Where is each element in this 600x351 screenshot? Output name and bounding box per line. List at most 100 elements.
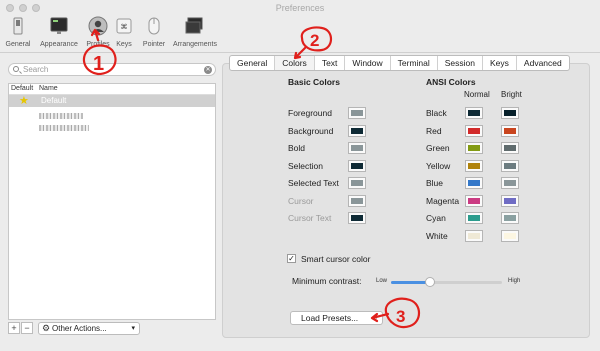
ansi-bright-color-well[interactable]: [501, 212, 519, 224]
window-titlebar: Preferences: [0, 0, 600, 16]
basic-color-well[interactable]: [348, 107, 366, 119]
basic-color-well[interactable]: [348, 212, 366, 224]
close-window-button[interactable]: [6, 4, 14, 12]
ansi-bright-color-well[interactable]: [501, 142, 519, 154]
colors-panel: [222, 63, 590, 338]
basic-color-label: Cursor Text: [288, 213, 332, 223]
basic-color-well[interactable]: [348, 177, 366, 189]
column-header-name[interactable]: Name: [39, 85, 58, 92]
minimize-window-button[interactable]: [19, 4, 27, 12]
color-swatch: [351, 145, 363, 151]
column-header-default[interactable]: Default: [11, 85, 33, 92]
basic-color-label: Foreground: [288, 108, 332, 118]
tab-window[interactable]: Window: [345, 56, 391, 70]
ansi-normal-color-well[interactable]: [465, 107, 483, 119]
tab-session[interactable]: Session: [438, 56, 484, 70]
ansi-normal-color-well[interactable]: [465, 142, 483, 154]
profile-row-default[interactable]: ★ Default: [9, 95, 215, 107]
basic-color-well[interactable]: [348, 124, 366, 137]
tab-general[interactable]: General: [230, 56, 276, 70]
tab-text[interactable]: Text: [315, 56, 346, 70]
keyboard-icon: ⌘: [116, 18, 132, 34]
slider-knob[interactable]: [424, 277, 435, 287]
toolbar-arrangements[interactable]: Arrangements: [170, 16, 220, 52]
ansi-normal-color-well[interactable]: [465, 194, 483, 207]
toolbar-keys[interactable]: ⌘ Keys: [114, 16, 134, 52]
chevron-down-icon: ▾: [374, 314, 378, 321]
ansi-bright-color-well[interactable]: [501, 124, 519, 137]
color-swatch: [504, 197, 516, 204]
profile-list-header: Default Name: [9, 84, 215, 95]
profile-row-redacted[interactable]: [9, 122, 215, 134]
chevron-down-icon: ▾: [131, 325, 135, 332]
ansi-normal-color-well[interactable]: [465, 177, 483, 189]
profile-row-redacted[interactable]: [9, 110, 215, 122]
profile-list: Default Name ★ Default: [8, 83, 216, 320]
person-icon: [88, 16, 108, 36]
toolbar-pointer[interactable]: Pointer: [140, 16, 168, 52]
ansi-normal-color-well[interactable]: [465, 124, 483, 137]
basic-color-well[interactable]: [348, 194, 366, 207]
other-actions-button[interactable]: ⚙ Other Actions... ▾: [38, 322, 140, 335]
profile-search[interactable]: ✕: [8, 63, 216, 76]
load-presets-button[interactable]: Load Presets... ▾: [290, 311, 383, 325]
star-icon: ★: [19, 95, 29, 107]
ansi-bright-color-well[interactable]: [501, 177, 519, 189]
basic-color-label: Cursor: [288, 195, 314, 206]
clear-search-icon[interactable]: ✕: [204, 66, 212, 74]
min-contrast-slider[interactable]: [391, 277, 502, 287]
ansi-color-label: Magenta: [426, 195, 460, 206]
basic-color-well[interactable]: [348, 159, 366, 172]
basic-colors-heading: Basic Colors: [288, 77, 340, 87]
color-swatch: [351, 197, 363, 204]
color-swatch: [504, 232, 516, 239]
color-swatch: [468, 127, 480, 134]
ansi-normal-color-well[interactable]: [465, 159, 483, 172]
color-swatch: [351, 215, 363, 221]
profile-list-actions: + − ⚙ Other Actions... ▾: [8, 322, 216, 336]
ansi-normal-color-well[interactable]: [465, 212, 483, 224]
toolbar-appearance[interactable]: Appearance: [36, 16, 82, 52]
color-swatch: [468, 110, 480, 116]
color-swatch: [468, 215, 480, 221]
redacted-profile-name: [39, 113, 83, 119]
basic-color-well[interactable]: [348, 142, 366, 154]
basic-color-label: Selected Text: [288, 178, 339, 188]
tab-terminal[interactable]: Terminal: [391, 56, 438, 70]
toolbar-divider: [0, 52, 600, 53]
ansi-color-label: White: [426, 230, 448, 241]
ansi-bright-color-well[interactable]: [501, 159, 519, 172]
toolbar-arrangements-label: Arrangements: [173, 41, 217, 48]
windows-icon: [185, 17, 203, 34]
tab-advanced[interactable]: Advanced: [517, 56, 569, 70]
other-actions-label: Other Actions...: [52, 324, 107, 333]
preferences-toolbar: General Appearance Profiles ⌘ Keys Point…: [0, 16, 600, 52]
tab-colors[interactable]: Colors: [275, 56, 315, 70]
tab-keys[interactable]: Keys: [483, 56, 517, 70]
color-swatch: [468, 197, 480, 204]
ansi-color-label: Black: [426, 108, 447, 118]
toolbar-profiles[interactable]: Profiles: [84, 16, 112, 52]
checkbox-checked-icon[interactable]: ✓: [287, 254, 296, 263]
remove-profile-button[interactable]: −: [21, 322, 33, 334]
search-input[interactable]: [23, 64, 193, 75]
ansi-color-label: Red: [426, 125, 442, 136]
pointer-icon: [148, 17, 160, 35]
ansi-bright-color-well[interactable]: [501, 107, 519, 119]
ansi-bright-color-well[interactable]: [501, 229, 519, 242]
zoom-window-button[interactable]: [32, 4, 40, 12]
slider-high-label: High: [508, 278, 521, 284]
toolbar-keys-label: Keys: [116, 41, 132, 48]
preferences-window: Preferences General Appearance Profiles …: [0, 0, 600, 351]
toolbar-profiles-label: Profiles: [86, 41, 110, 48]
ansi-bright-color-well[interactable]: [501, 194, 519, 207]
ansi-normal-color-well[interactable]: [465, 229, 483, 242]
color-swatch: [504, 180, 516, 186]
add-profile-button[interactable]: +: [8, 322, 20, 334]
toolbar-general[interactable]: General: [4, 16, 32, 52]
basic-color-label: Bold: [288, 143, 306, 153]
basic-color-label: Background: [288, 125, 334, 136]
slider-low-label: Low: [376, 278, 388, 284]
profile-name: Default: [41, 96, 67, 105]
color-swatch: [468, 180, 480, 186]
